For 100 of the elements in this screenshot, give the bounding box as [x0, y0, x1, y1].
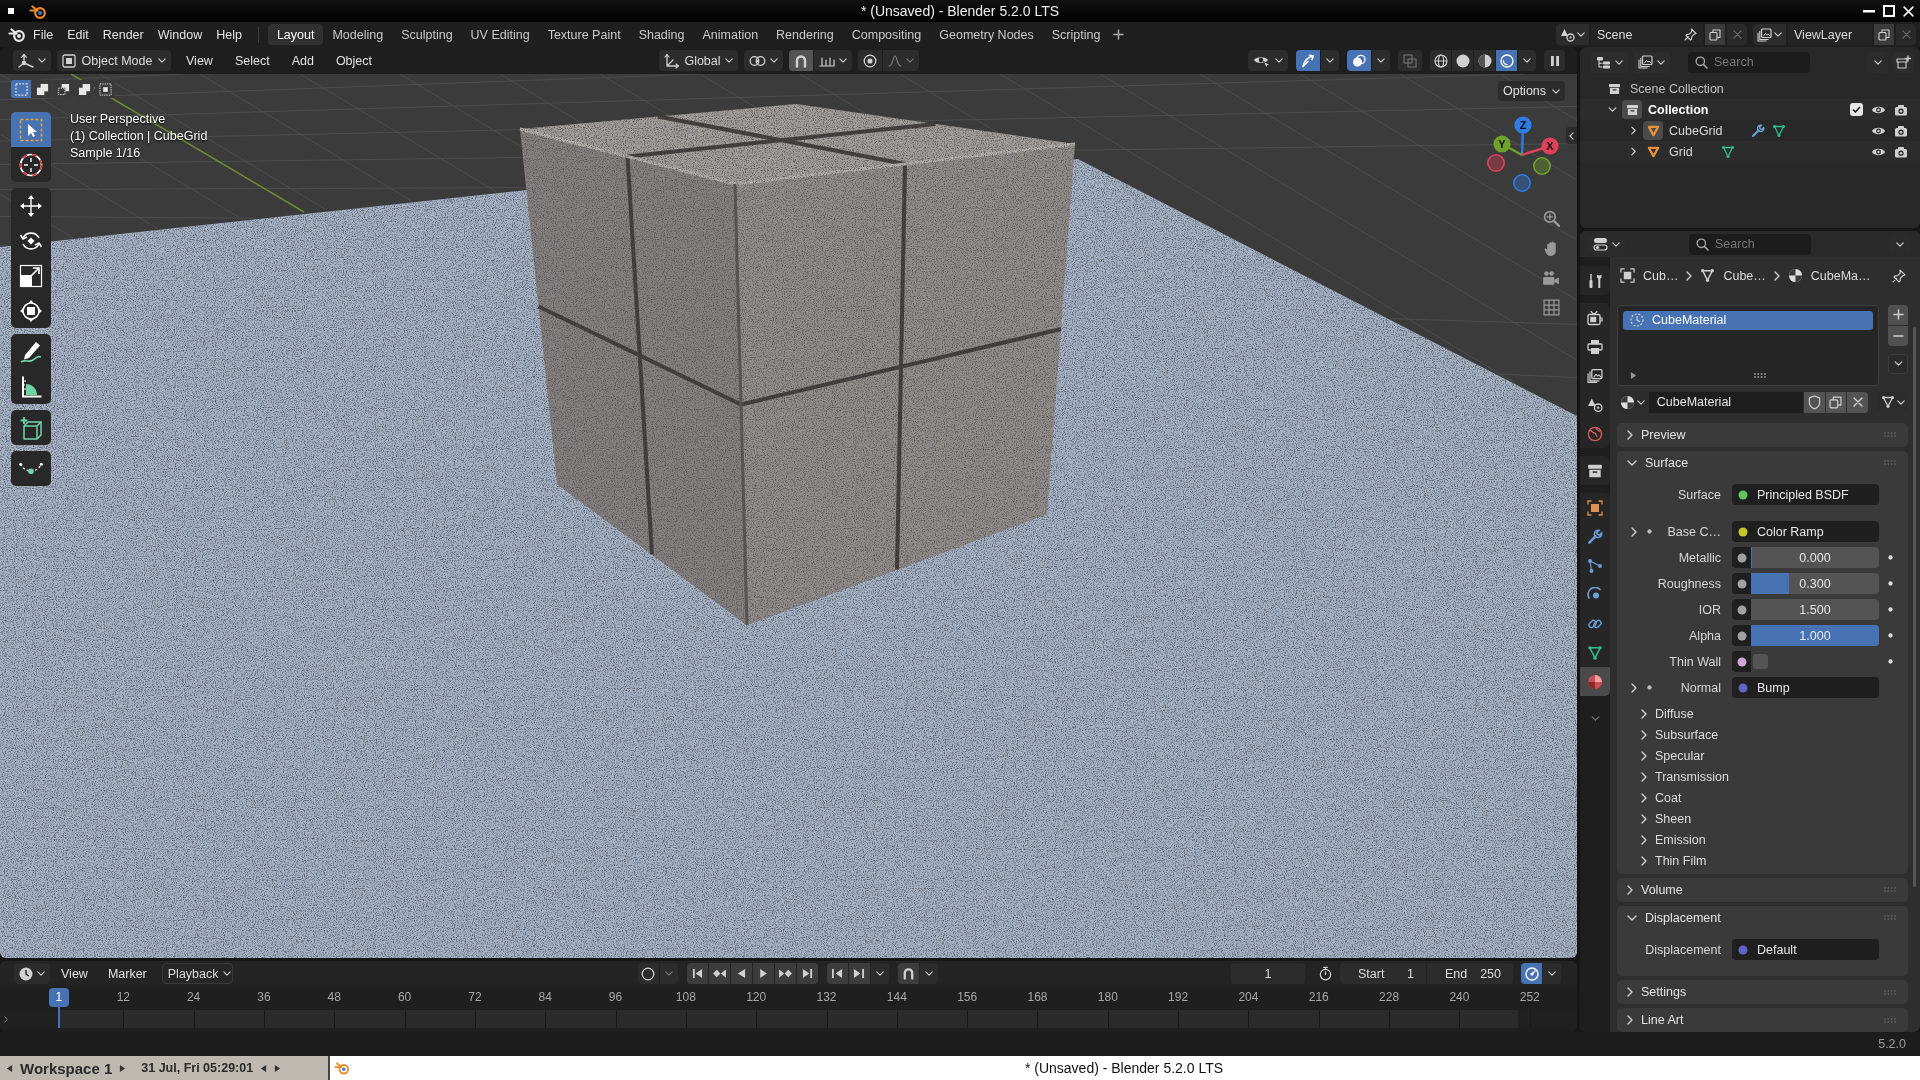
keyframe-dot-icon[interactable] — [1887, 659, 1893, 665]
tool-button[interactable] — [11, 369, 51, 404]
maximize-icon[interactable] — [1883, 5, 1895, 17]
mesh-icon[interactable] — [1771, 123, 1786, 138]
grip-icon[interactable] — [1754, 373, 1766, 379]
workspace-tab[interactable]: Compositing — [842, 24, 931, 45]
select-mode-button[interactable] — [53, 80, 73, 98]
add-workspace-icon[interactable] — [1113, 29, 1125, 40]
start-frame-field[interactable]: Start 1 — [1340, 963, 1426, 984]
mode-dropdown[interactable]: Object Mode — [57, 50, 171, 71]
scene-name-field[interactable]: Scene — [1591, 24, 1703, 45]
subpanel-header[interactable]: Transmission — [1617, 766, 1908, 788]
linked-node-field[interactable]: Color Ramp — [1732, 521, 1879, 543]
remove-slot-button[interactable] — [1888, 325, 1908, 346]
gizmo-dropdown[interactable] — [1321, 50, 1339, 71]
tool-button[interactable] — [11, 334, 51, 369]
menu-item[interactable]: Object — [327, 50, 380, 71]
select-mode-button[interactable] — [32, 80, 52, 98]
eye-icon[interactable] — [1871, 104, 1886, 115]
chevron-icon[interactable] — [4, 1016, 8, 1023]
subpanel-header[interactable]: Diffuse — [1617, 703, 1908, 725]
tool-button[interactable] — [11, 147, 51, 182]
camera-icon[interactable] — [1542, 270, 1560, 286]
duplicate-button[interactable] — [1825, 391, 1847, 413]
workspace-tab[interactable]: UV Editing — [461, 24, 539, 45]
delete-view-layer-button[interactable] — [1896, 24, 1916, 45]
axis-handle[interactable] — [1514, 116, 1532, 134]
pivot-dropdown[interactable] — [743, 50, 783, 71]
keyframe-dot-icon[interactable] — [1887, 555, 1893, 561]
end-frame-field[interactable]: End 250 — [1427, 963, 1513, 984]
triangle-left-icon[interactable] — [260, 1063, 268, 1073]
playback-dropdown[interactable]: Playback — [161, 963, 233, 984]
menu-item[interactable]: Help — [209, 24, 249, 45]
keyframe-dot-icon[interactable] — [1887, 581, 1893, 587]
subpanel-header[interactable]: Thin Film — [1617, 850, 1908, 872]
visibility-dropdown[interactable] — [1248, 50, 1288, 71]
subpanel-header[interactable]: Specular — [1617, 745, 1908, 767]
grip-icon[interactable] — [1884, 989, 1896, 995]
select-mode-button[interactable] — [95, 80, 115, 98]
view-layer-name-field[interactable]: ViewLayer — [1788, 24, 1872, 45]
camera-icon[interactable] — [1894, 145, 1908, 158]
search-field[interactable]: Search — [1689, 233, 1811, 255]
tool-button[interactable] — [11, 410, 51, 445]
blender-logo-icon[interactable] — [8, 27, 26, 42]
checkbox[interactable] — [1850, 103, 1863, 116]
number-field[interactable]: 1.500 — [1751, 599, 1879, 621]
menu-item[interactable]: Add — [283, 50, 322, 71]
value-slider[interactable]: 0.000 — [1751, 547, 1879, 569]
value-slider[interactable]: 1.000 — [1751, 625, 1879, 647]
workspace-name[interactable]: Workspace 1 — [20, 1059, 113, 1077]
material-slot[interactable]: CubeMaterial — [1623, 310, 1873, 330]
grip-icon[interactable] — [1884, 915, 1896, 921]
tool-button[interactable] — [11, 293, 51, 328]
menu-item[interactable]: Select — [226, 50, 278, 71]
scene-browse-button[interactable] — [1556, 24, 1589, 45]
snap-target-dropdown[interactable] — [813, 50, 852, 71]
filter-button[interactable] — [1867, 51, 1888, 73]
workspace-tab[interactable]: Shading — [629, 24, 694, 45]
app-logo-icon[interactable] — [334, 1061, 350, 1075]
workspace-tab[interactable]: Modeling — [323, 24, 393, 45]
outliner-item-name[interactable]: Scene Collection — [1630, 81, 1724, 96]
triangle-right-icon[interactable] — [119, 1063, 127, 1073]
grip-icon[interactable] — [1884, 1017, 1896, 1023]
shading-mode-button[interactable] — [1452, 50, 1473, 71]
snap-toggle[interactable] — [897, 963, 919, 984]
stopwatch-icon[interactable] — [1319, 966, 1332, 981]
linked-node-field[interactable]: Principled BSDF — [1732, 484, 1879, 506]
caret-icon[interactable] — [1590, 716, 1600, 721]
properties-tab[interactable] — [1580, 667, 1610, 696]
pin-icon[interactable] — [1892, 268, 1906, 283]
minimize-icon[interactable] — [1863, 9, 1875, 13]
camera-icon[interactable] — [1894, 103, 1908, 116]
menu-item[interactable]: File — [26, 24, 61, 45]
play-button[interactable] — [752, 963, 774, 984]
filter-dropdown[interactable] — [1633, 51, 1670, 73]
workspace-tab[interactable]: Animation — [693, 24, 768, 45]
gizmo-toggle[interactable] — [1296, 50, 1320, 71]
delete-scene-button[interactable] — [1727, 24, 1747, 45]
scrollbar[interactable] — [1913, 327, 1916, 887]
outliner-item-name[interactable]: CubeGrid — [1669, 123, 1723, 138]
sync-button[interactable] — [1521, 963, 1542, 984]
material-name-field[interactable]: CubeMaterial — [1648, 391, 1803, 413]
view-layer-browse-button[interactable] — [1753, 24, 1786, 45]
axis-handle[interactable] — [1533, 157, 1551, 175]
axis-handle[interactable] — [1513, 174, 1531, 192]
previous-frame-button[interactable] — [826, 963, 848, 984]
subpanel-header[interactable]: Emission — [1617, 829, 1908, 851]
grip-icon[interactable] — [1884, 432, 1896, 438]
shading-mode-button[interactable] — [1430, 50, 1451, 71]
menu-item[interactable]: Marker — [98, 963, 156, 984]
workspace-tab[interactable]: Texture Paint — [538, 24, 630, 45]
shading-mode-button[interactable] — [1496, 50, 1517, 71]
linked-node-field[interactable]: Bump — [1732, 677, 1879, 699]
next-frame-button[interactable] — [848, 963, 870, 984]
current-frame-field[interactable]: 1 — [1231, 963, 1305, 984]
axis-handle[interactable] — [1541, 137, 1559, 155]
linked-node-field[interactable]: Default — [1732, 939, 1879, 961]
chevron-icon[interactable] — [1631, 526, 1637, 537]
overlay-toggle[interactable] — [1347, 50, 1371, 71]
jump-end-button[interactable] — [796, 963, 818, 984]
